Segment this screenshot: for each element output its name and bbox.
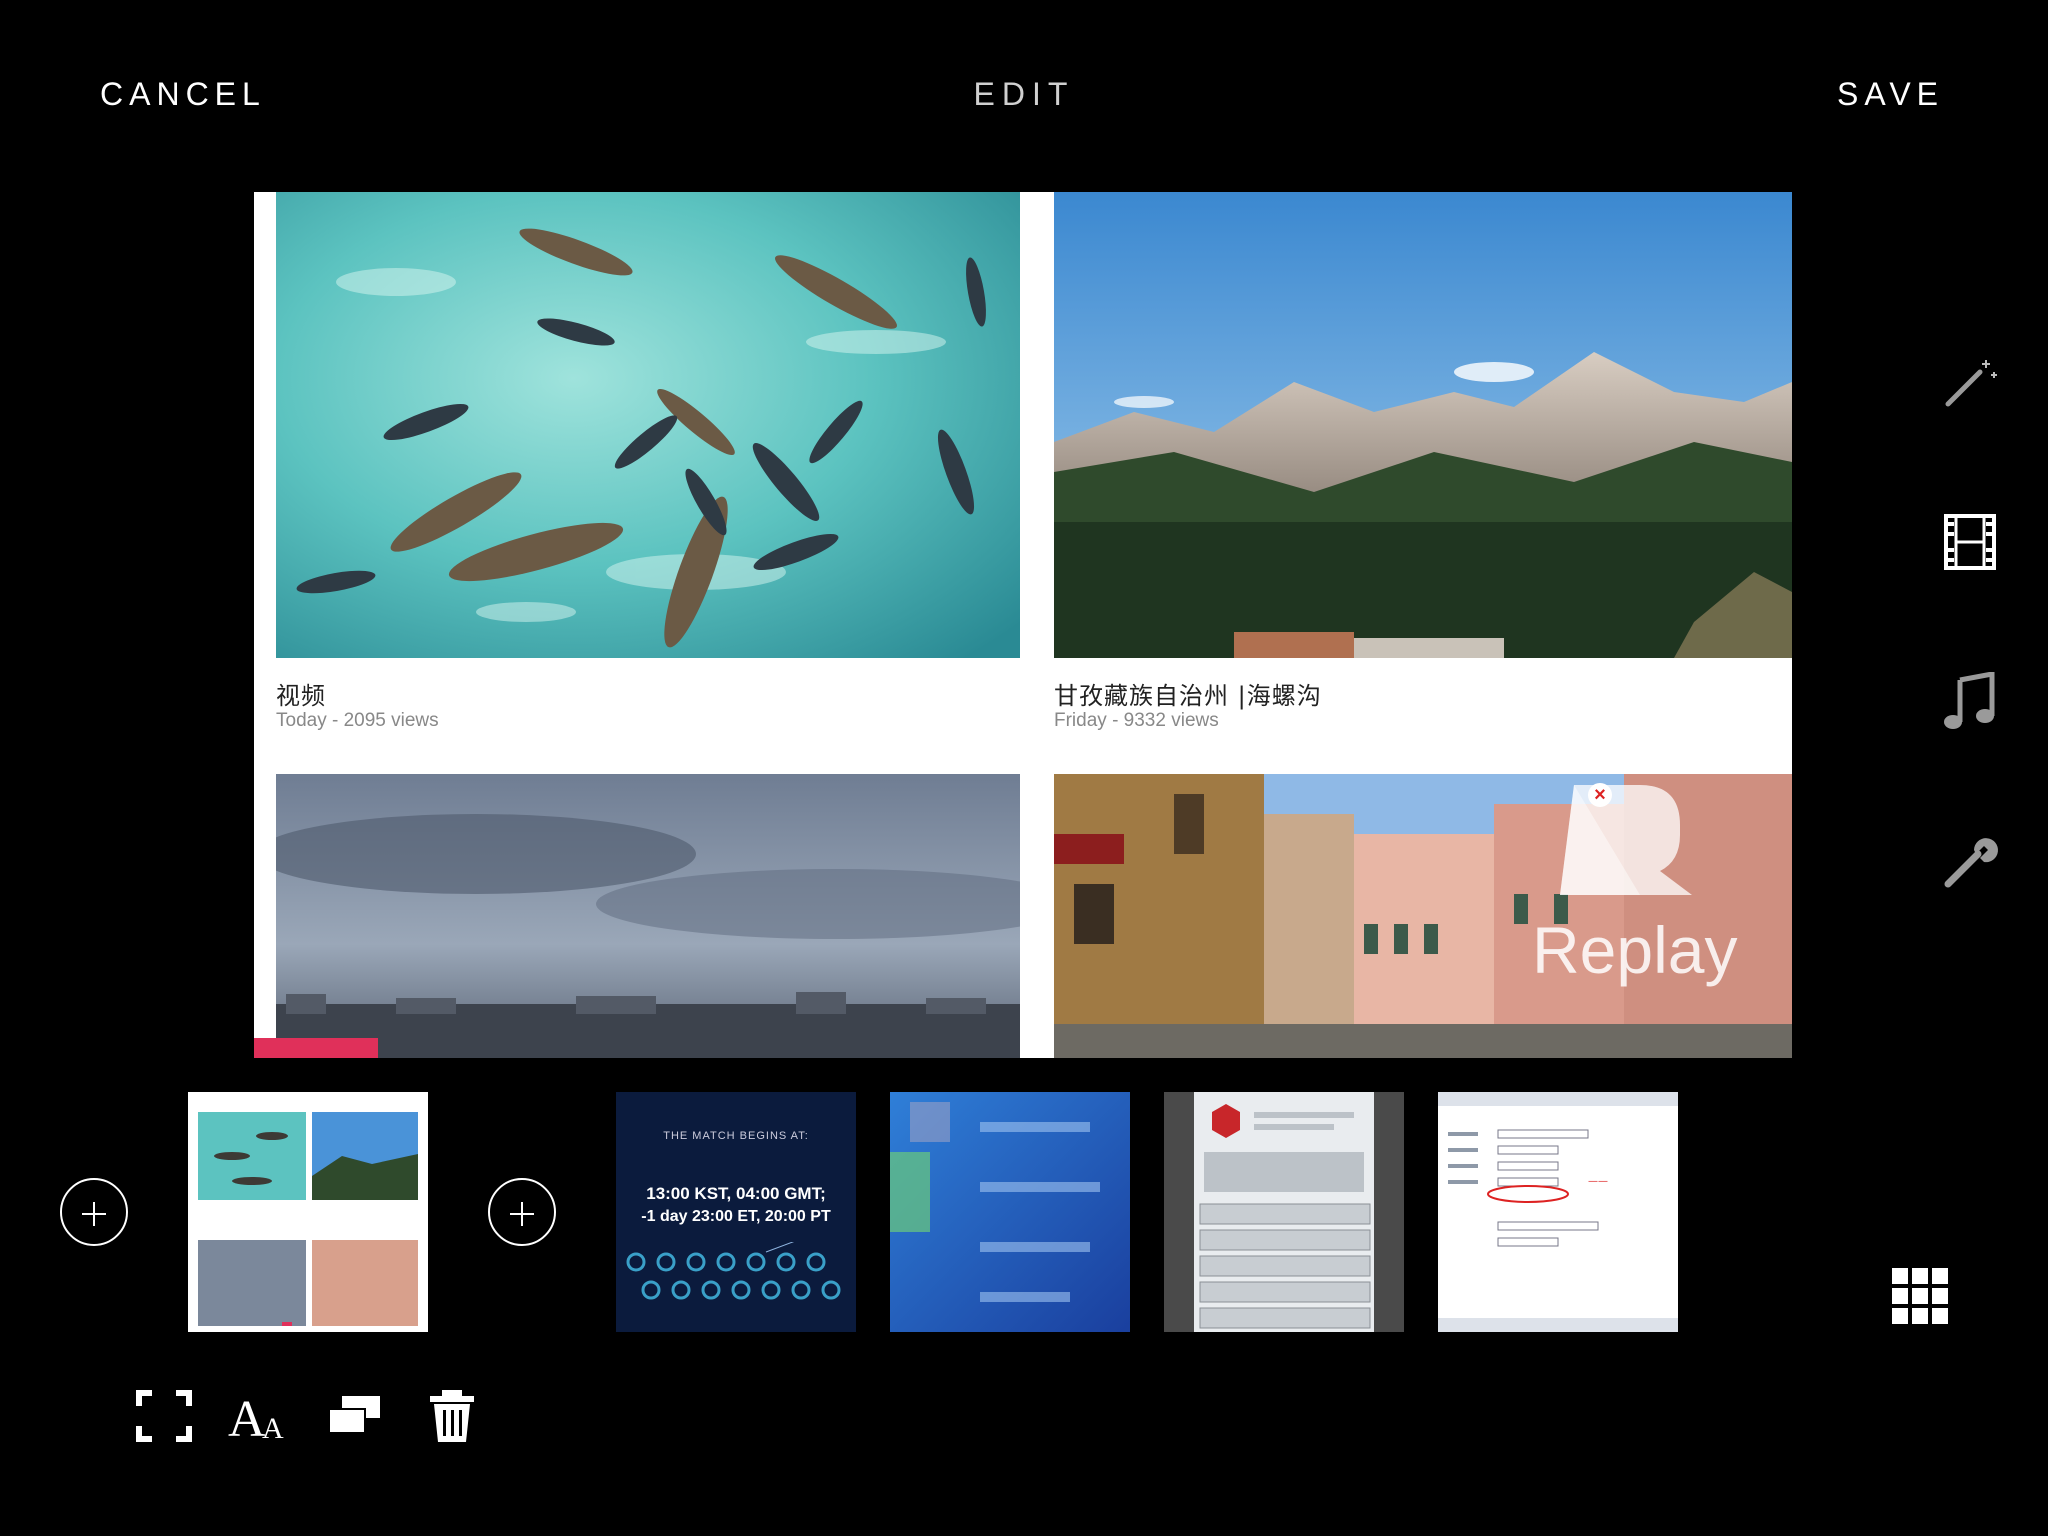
- trash-icon[interactable]: [424, 1390, 480, 1442]
- replay-label: Replay: [1532, 913, 1738, 987]
- card-title: 视频: [276, 682, 326, 710]
- filmstrip-thumb[interactable]: [1164, 1092, 1404, 1332]
- wrench-icon[interactable]: [1940, 832, 2000, 892]
- filmstrip-thumb-selected[interactable]: [188, 1092, 428, 1332]
- cancel-button[interactable]: CANCEL: [100, 76, 266, 113]
- card-title: 甘孜藏族自治州 |海螺沟: [1054, 682, 1322, 710]
- add-clip-button[interactable]: [488, 1178, 556, 1246]
- match-time-1: 13:00 KST, 04:00 GMT;: [646, 1184, 826, 1203]
- card-meta: Today - 2095 views: [276, 710, 439, 731]
- crop-frame-icon[interactable]: [136, 1390, 192, 1442]
- svg-text:A: A: [262, 1412, 284, 1442]
- match-heading: THE MATCH BEGINS AT:: [663, 1130, 809, 1142]
- film-icon[interactable]: [1940, 512, 2000, 572]
- card-meta: Friday - 9332 views: [1054, 710, 1219, 731]
- text-size-icon[interactable]: A A: [228, 1390, 292, 1442]
- photo-mountains: [1054, 192, 1792, 658]
- svg-text:——: ——: [1588, 1176, 1608, 1187]
- filmstrip-thumb[interactable]: [890, 1092, 1130, 1332]
- photo-fish: [276, 192, 1020, 658]
- replay-close-icon[interactable]: ×: [1588, 783, 1612, 807]
- magic-wand-icon[interactable]: [1940, 352, 2000, 412]
- add-clip-button[interactable]: [60, 1178, 128, 1246]
- layers-icon[interactable]: [326, 1390, 382, 1442]
- playback-progress: [254, 1038, 378, 1058]
- filmstrip-thumb[interactable]: ——: [1438, 1092, 1678, 1332]
- save-button[interactable]: SAVE: [1837, 76, 1944, 113]
- svg-text:A: A: [228, 1391, 266, 1442]
- grid-icon[interactable]: [1892, 1268, 1948, 1324]
- photo-cloudy-city: [276, 774, 1020, 1058]
- page-title: EDIT: [973, 76, 1075, 112]
- filmstrip-thumb[interactable]: THE MATCH BEGINS AT: 13:00 KST, 04:00 GM…: [616, 1092, 856, 1332]
- music-note-icon[interactable]: [1940, 672, 2000, 732]
- match-time-2: -1 day 23:00 ET, 20:00 PT: [641, 1208, 831, 1225]
